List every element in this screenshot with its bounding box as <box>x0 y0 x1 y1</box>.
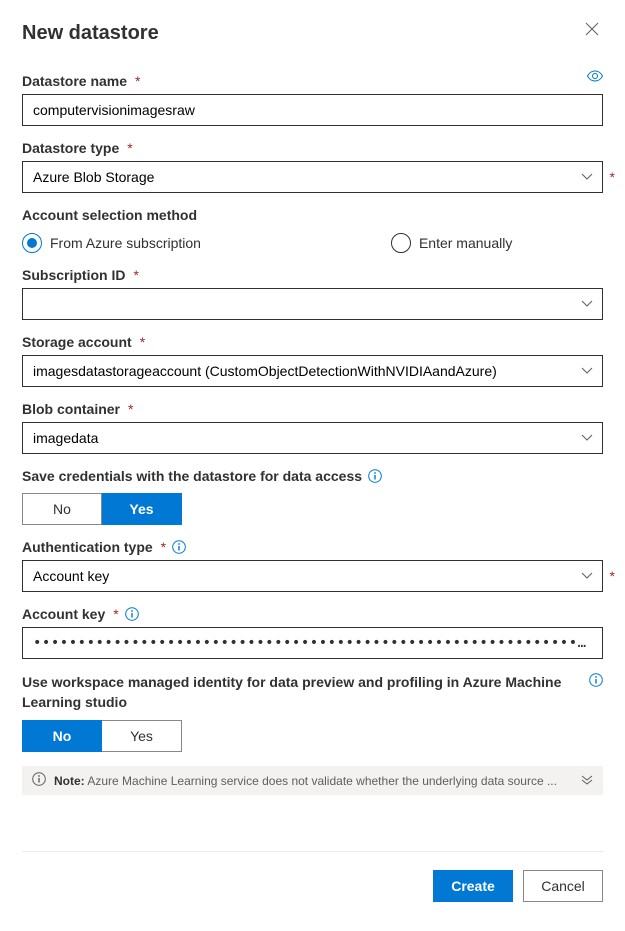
subscription-id-label: Subscription ID <box>22 267 125 283</box>
account-selection-label: Account selection method <box>22 207 197 223</box>
info-icon[interactable] <box>368 469 382 483</box>
info-outline-icon <box>32 772 46 789</box>
close-button[interactable] <box>581 18 603 44</box>
auth-type-value: Account key <box>33 568 109 584</box>
required-asterisk: * <box>133 267 138 283</box>
create-button[interactable]: Create <box>433 870 513 902</box>
required-asterisk: * <box>161 539 166 555</box>
cancel-button[interactable]: Cancel <box>523 870 603 902</box>
required-asterisk: * <box>128 401 133 417</box>
radio-from-subscription-label: From Azure subscription <box>50 235 201 251</box>
account-key-input[interactable]: ••••••••••••••••••••••••••••••••••••••••… <box>22 627 603 659</box>
blob-container-label: Blob container <box>22 401 120 417</box>
radio-icon <box>22 233 42 253</box>
datastore-name-label: Datastore name <box>22 73 127 89</box>
note-text: Note: Azure Machine Learning service doe… <box>54 774 573 788</box>
required-asterisk: * <box>135 73 140 89</box>
required-asterisk: * <box>610 568 615 584</box>
panel-title: New datastore <box>22 22 159 45</box>
save-credentials-no[interactable]: No <box>22 493 102 525</box>
info-icon[interactable] <box>172 540 186 554</box>
subscription-id-select[interactable] <box>22 288 603 320</box>
required-asterisk: * <box>140 334 145 350</box>
required-asterisk: * <box>610 169 615 185</box>
required-asterisk: * <box>113 606 118 622</box>
info-icon[interactable] <box>125 607 139 621</box>
radio-icon <box>391 233 411 253</box>
blob-container-value: imagedata <box>33 430 98 446</box>
managed-identity-label: Use workspace managed identity for data … <box>22 673 579 712</box>
managed-identity-no[interactable]: No <box>22 720 102 752</box>
preview-icon[interactable] <box>587 69 603 85</box>
save-credentials-label: Save credentials with the datastore for … <box>22 468 362 484</box>
close-icon <box>585 22 599 36</box>
radio-enter-manually-label: Enter manually <box>419 235 512 251</box>
info-icon[interactable] <box>589 673 603 687</box>
datastore-type-select[interactable]: Azure Blob Storage <box>22 161 603 193</box>
account-key-label: Account key <box>22 606 105 622</box>
expand-note-button[interactable] <box>581 774 593 788</box>
auth-type-label: Authentication type <box>22 539 153 555</box>
storage-account-select[interactable]: imagesdatastorageaccount (CustomObjectDe… <box>22 355 603 387</box>
blob-container-select[interactable]: imagedata <box>22 422 603 454</box>
storage-account-value: imagesdatastorageaccount (CustomObjectDe… <box>33 363 497 379</box>
auth-type-select[interactable]: Account key <box>22 560 603 592</box>
datastore-name-input[interactable] <box>22 94 603 126</box>
radio-from-subscription[interactable]: From Azure subscription <box>22 233 201 253</box>
note-banner: Note: Azure Machine Learning service doe… <box>22 766 603 795</box>
datastore-type-label: Datastore type <box>22 140 119 156</box>
storage-account-label: Storage account <box>22 334 132 350</box>
radio-enter-manually[interactable]: Enter manually <box>391 233 512 253</box>
datastore-type-value: Azure Blob Storage <box>33 169 154 185</box>
required-asterisk: * <box>127 140 132 156</box>
managed-identity-yes[interactable]: Yes <box>102 720 182 752</box>
save-credentials-yes[interactable]: Yes <box>102 493 182 525</box>
